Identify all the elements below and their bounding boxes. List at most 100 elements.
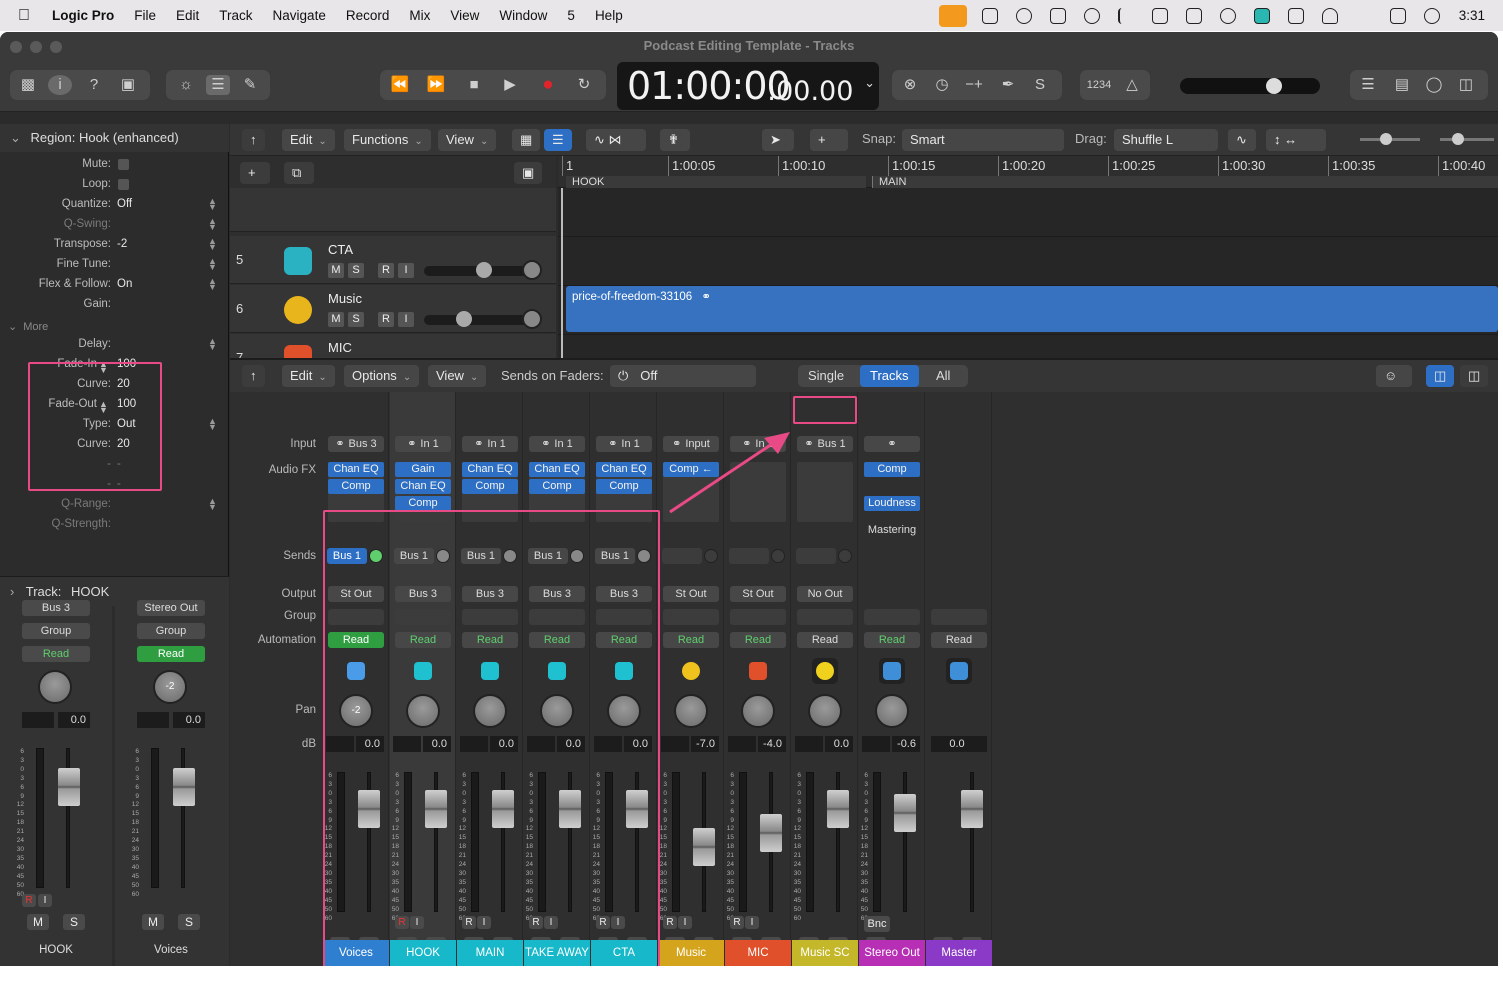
back-arrow-icon[interactable]: ↑ bbox=[242, 129, 265, 151]
lane-cta-2[interactable] bbox=[558, 237, 1498, 286]
smiley-menu-icon[interactable]: ☺ bbox=[1376, 365, 1412, 387]
status-icon-2[interactable] bbox=[1015, 7, 1032, 24]
channel-name-label[interactable]: Stereo Out bbox=[859, 940, 925, 966]
resize-icon[interactable] bbox=[1356, 8, 1372, 24]
menu-track[interactable]: Track bbox=[209, 8, 262, 23]
menu-record[interactable]: Record bbox=[336, 8, 400, 23]
replace-icon[interactable]: ⊗ bbox=[898, 75, 922, 95]
inspector-more-row[interactable]: Q-Range: ▲ ▼ bbox=[0, 497, 229, 518]
layout-icon[interactable] bbox=[1287, 7, 1304, 24]
channel-name-label[interactable]: Music bbox=[658, 940, 724, 966]
volume-fader[interactable] bbox=[760, 814, 782, 852]
stepper-icon[interactable]: ▲ ▼ bbox=[208, 497, 217, 512]
inspector-automation-button[interactable]: Read bbox=[137, 646, 205, 662]
input-slot[interactable]: ⚭ In 1 bbox=[596, 436, 652, 452]
record-icon[interactable]: ● bbox=[536, 75, 560, 95]
editors-icon[interactable]: ✎ bbox=[238, 75, 262, 95]
stepper-icon[interactable]: ▲ ▼ bbox=[208, 337, 217, 352]
mixer-back-arrow-icon[interactable]: ↑ bbox=[242, 365, 265, 387]
track-i-button[interactable]: I bbox=[398, 263, 414, 278]
pan-knob[interactable] bbox=[875, 694, 909, 728]
inspector-row-value[interactable]: -2 bbox=[117, 238, 127, 250]
stepper-icon[interactable]: ▲ ▼ bbox=[208, 277, 217, 292]
marker-hook[interactable]: HOOK bbox=[566, 176, 866, 188]
plugin-slot[interactable]: Comp bbox=[462, 479, 518, 494]
inspector-automation-button[interactable]: Read bbox=[22, 646, 90, 662]
inspector-row[interactable]: Flex & Follow: On ▲ ▼ bbox=[0, 277, 229, 298]
collapse-icon[interactable]: ▣ bbox=[514, 162, 542, 184]
sidebar-icon[interactable] bbox=[1185, 7, 1202, 24]
inspector-solo-button[interactable]: S bbox=[178, 914, 200, 930]
fast-forward-icon[interactable]: ⏩ bbox=[424, 75, 448, 95]
input-slot[interactable]: ⚭ bbox=[864, 436, 920, 452]
output-slot[interactable]: St Out bbox=[663, 586, 719, 602]
output-slot[interactable]: No Out bbox=[797, 586, 853, 602]
tracks-view-menu[interactable]: View ⌄ bbox=[438, 129, 497, 151]
arrangement-area[interactable]: price-of-freedom-33106 ⚭ bbox=[558, 188, 1498, 386]
stepper-icon[interactable]: ▲ ▼ bbox=[208, 237, 217, 252]
plugin-slot[interactable]: Comp bbox=[596, 479, 652, 494]
inspector-group-slot[interactable]: Group bbox=[137, 623, 205, 639]
inspector-fader[interactable] bbox=[58, 768, 80, 806]
send-level-knob[interactable] bbox=[838, 549, 852, 563]
group-slot[interactable] bbox=[730, 609, 786, 625]
list-editors-icon[interactable]: ☰ bbox=[1356, 75, 1380, 95]
tracks-functions-menu[interactable]: Functions ⌄ bbox=[344, 129, 431, 151]
plugin-slot[interactable]: Comp bbox=[529, 479, 585, 494]
timeline-ruler[interactable]: 1 1:00:05 1:00:10 1:00:15 1:00:20 1:00:25 1:00… bbox=[558, 156, 1498, 188]
duplicate-track-icon[interactable]: ⧉ bbox=[284, 162, 314, 184]
track-name[interactable]: MIC bbox=[328, 340, 352, 355]
menu-view[interactable]: View bbox=[440, 8, 489, 23]
inspector-output-slot[interactable]: Stereo Out bbox=[137, 600, 205, 616]
track-volume-knob[interactable] bbox=[476, 262, 492, 278]
inspector-pan-knob[interactable] bbox=[38, 670, 72, 704]
bounce-button[interactable]: Bnc bbox=[864, 916, 890, 932]
vertical-zoom-knob[interactable] bbox=[1380, 133, 1392, 145]
input-monitor-button[interactable]: I bbox=[38, 894, 52, 907]
inspector-db-readout[interactable]: 0.0 bbox=[58, 712, 90, 728]
volume-readout[interactable]: 0.0 bbox=[825, 736, 853, 752]
metronome-icon[interactable]: ✒ bbox=[996, 75, 1020, 95]
send-slot-empty[interactable] bbox=[729, 548, 769, 564]
plugin-slot[interactable]: Comp bbox=[864, 462, 920, 477]
track-row-music[interactable]: 6 Music M S R I bbox=[230, 285, 556, 333]
channel-name-label[interactable]: Music SC bbox=[792, 940, 858, 966]
loop-browser-icon[interactable]: ◯ bbox=[1422, 75, 1446, 95]
grid-icon[interactable]: ▦ bbox=[512, 129, 540, 151]
send-slot-empty[interactable] bbox=[662, 548, 702, 564]
group-slot[interactable] bbox=[864, 609, 920, 625]
automation-button[interactable]: Read bbox=[730, 632, 786, 648]
track-pan-knob[interactable] bbox=[522, 260, 542, 280]
status-icon-3[interactable] bbox=[1151, 7, 1168, 24]
inspector-row[interactable]: Fine Tune: ▲ ▼ bbox=[0, 257, 229, 278]
menu-mix[interactable]: Mix bbox=[399, 8, 440, 23]
inspector-row-value[interactable]: Off bbox=[117, 198, 132, 210]
add-track-icon[interactable]: + bbox=[240, 162, 270, 184]
track-row-cta[interactable]: 5 CTA M S R I bbox=[230, 236, 556, 284]
cursor-icon[interactable] bbox=[1083, 7, 1100, 24]
tracks-view-button[interactable]: Tracks bbox=[860, 365, 919, 387]
inspector-row[interactable]: Gain: bbox=[0, 298, 229, 318]
automation-tools-icon[interactable]: ∿ ⋈ bbox=[586, 129, 646, 151]
automation-button[interactable]: Read bbox=[931, 632, 987, 648]
stop-icon[interactable]: ■ bbox=[462, 75, 486, 95]
mixer-options-menu[interactable]: Options ⌄ bbox=[344, 365, 420, 387]
play-icon[interactable]: ▶ bbox=[498, 75, 522, 95]
plugin-slot[interactable]: Chan EQ bbox=[529, 462, 585, 477]
stepper-icon[interactable]: ▲ ▼ bbox=[208, 417, 217, 432]
volume-readout[interactable]: -7.0 bbox=[691, 736, 719, 752]
track-m-button[interactable]: M bbox=[328, 312, 344, 327]
track-m-button[interactable]: M bbox=[328, 263, 344, 278]
group-slot[interactable] bbox=[663, 609, 719, 625]
plugin-slot[interactable]: Chan EQ bbox=[395, 479, 451, 494]
region-header[interactable]: ⌄ Region: Hook (enhanced) bbox=[0, 124, 229, 152]
track-name[interactable]: CTA bbox=[328, 242, 353, 257]
lcd-display[interactable]: 01:00:00 :00.00 ⌄ bbox=[617, 62, 879, 110]
sends-on-faders-select[interactable]: ⏻ Off bbox=[610, 365, 756, 387]
inspector-group-slot[interactable]: Group bbox=[22, 623, 90, 639]
status-icon-1[interactable] bbox=[981, 7, 998, 24]
split-icon[interactable]: ✟ bbox=[660, 129, 690, 151]
volume-readout[interactable]: 0.0 bbox=[931, 736, 987, 752]
more-disclosure[interactable]: ⌄ More bbox=[8, 320, 48, 333]
drag-select[interactable]: Shuffle L bbox=[1114, 129, 1218, 151]
